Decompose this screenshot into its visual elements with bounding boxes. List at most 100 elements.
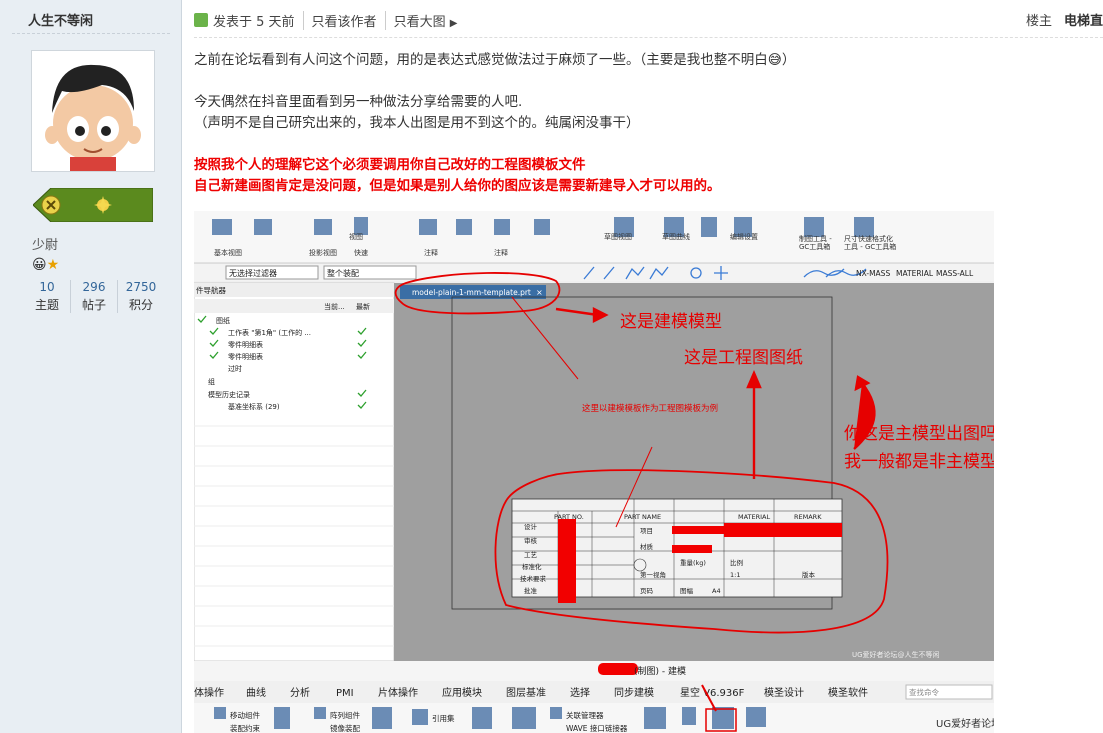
tree-item[interactable]: 过时 <box>228 364 242 373</box>
paragraph-text: 之前在论坛看到有人问这个问题，用的是表达式感觉做法过于麻烦了一些。（主要是我也整… <box>194 52 768 68</box>
paragraph: 之前在论坛看到有人问这个问题，用的是表达式感觉做法过于麻烦了一些。（主要是我也整… <box>194 50 1094 71</box>
menu-tab[interactable]: PMI <box>336 688 354 699</box>
divider <box>12 33 170 34</box>
redaction <box>724 523 842 537</box>
tb-tech: 技术要求 <box>520 574 547 583</box>
part-navigator-title: 件导航器 <box>196 285 226 295</box>
tool-button[interactable]: 关联管理器 <box>566 710 604 720</box>
menu-tab[interactable]: 选择 <box>570 686 590 699</box>
big-image-link[interactable]: 只看大图 ▶ <box>384 10 466 30</box>
tb-standard: 标准化 <box>522 562 542 571</box>
svg-text:工具 - GC工具箱: 工具 - GC工具箱 <box>844 242 896 251</box>
stat-value[interactable]: 296 <box>71 280 117 294</box>
menu-tab[interactable]: 图层基准 <box>506 686 546 699</box>
annotation-modeling: 这是建模模型 <box>620 312 722 332</box>
window-title: (制图) - 建模 <box>634 665 686 677</box>
drawing-tab[interactable]: model-plain-1-mm-template.prt <box>412 288 531 297</box>
author-only-link[interactable]: 只看该作者 <box>302 10 385 30</box>
tool-button[interactable]: 引用集 <box>432 713 455 723</box>
big-image-label[interactable]: 只看大图 <box>394 15 446 30</box>
nav-column[interactable]: 当前... <box>324 302 345 311</box>
tb-pages: 页码 <box>640 587 654 595</box>
tb-version: 版本 <box>802 570 816 579</box>
redaction <box>672 545 712 553</box>
svg-text:快速: 快速 <box>354 248 368 257</box>
tool-button[interactable]: 移动组件 <box>230 710 260 720</box>
svg-text:视图: 视图 <box>349 232 363 241</box>
star-icon: ★ <box>46 257 60 273</box>
tree-item[interactable]: 组 <box>208 377 215 386</box>
tree-item[interactable]: 零件明细表 <box>228 352 263 361</box>
user-sidebar: 人生不等闲 少尉 😀★ 10 主题 296 帖子 2750 积分 <box>0 0 182 733</box>
floor-label: 楼主 <box>1025 14 1052 29</box>
tb-process: 工艺 <box>524 551 538 559</box>
tree-item[interactable]: 工作表 "第1角" (工作的 ... <box>228 328 311 337</box>
highlight-text: 自己新建画图肯定是没问题，但是如果是别人给你的图应该是需要新建导入才可以用的。 <box>194 178 721 194</box>
paragraph-text: ） <box>781 52 796 68</box>
svg-text:投影视图: 投影视图 <box>309 248 337 257</box>
user-rank: 少尉 <box>32 238 59 253</box>
stat-posts[interactable]: 296 帖子 <box>70 280 117 313</box>
elevator-link[interactable]: 电梯直 <box>1064 10 1103 29</box>
tool-button[interactable]: 阵列组件 <box>330 710 360 720</box>
smile-icon: 😀 <box>32 257 47 273</box>
menu-tab[interactable]: 片体操作 <box>378 686 418 699</box>
stat-value[interactable]: 2750 <box>118 280 164 294</box>
menu-tab[interactable]: 曲线 <box>246 686 266 699</box>
stat-label: 主题 <box>34 298 59 312</box>
menu-tab[interactable]: 分析 <box>290 686 310 699</box>
tb-material: 材质 <box>640 542 654 551</box>
svg-text:注释: 注释 <box>424 248 438 257</box>
menu-tab[interactable]: 模圣设计 <box>764 686 804 699</box>
forum-watermark: UG爱好者论坛@gonghb <box>936 717 994 730</box>
selection-filter[interactable]: 无选择过滤器 <box>229 268 277 278</box>
menu-tab[interactable]: 星空 V6.936F <box>680 686 745 699</box>
menu-tab[interactable]: 应用模块 <box>442 686 482 699</box>
redaction <box>598 663 638 675</box>
nav-column[interactable]: 最新 <box>356 302 370 311</box>
tree-item[interactable]: 基准坐标系 (29) <box>228 402 280 411</box>
assembly-scope[interactable]: 整个装配 <box>327 268 359 278</box>
annotation-drawing: 这是工程图图纸 <box>684 348 803 368</box>
tb-remark: REMARK <box>794 513 822 521</box>
close-tab-icon[interactable]: × <box>536 288 543 297</box>
tb-size: A4 <box>712 587 721 595</box>
svg-text:制图工具 -: 制图工具 - <box>799 234 832 243</box>
stat-topics[interactable]: 10 主题 <box>24 280 70 313</box>
redaction <box>558 519 576 603</box>
post-image-nx-screenshot[interactable]: 基本视图 投影视图 视图 快速 注释 注释 草图视图 草图曲线 编辑设置 制图工具 - GC工… <box>194 211 994 733</box>
tb-scale: 比例 <box>730 558 743 567</box>
tb-check: 审核 <box>524 536 538 545</box>
user-stats: 10 主题 296 帖子 2750 积分 <box>24 280 164 313</box>
triangle-right-icon: ▶ <box>449 17 458 29</box>
svg-text:GC工具箱: GC工具箱 <box>799 242 830 251</box>
tb-size-label: 图幅 <box>680 586 694 595</box>
menu-tab[interactable]: 同步建模 <box>614 686 654 699</box>
tool-button[interactable]: 镜像装配 <box>330 723 360 733</box>
tree-item[interactable]: 图纸 <box>216 316 230 325</box>
stat-label: 帖子 <box>81 298 106 312</box>
annotation-question: 我一般都是非主模型出图 <box>844 452 994 472</box>
tool-button[interactable]: WAVE 接口链接器 <box>566 723 628 733</box>
tree-item[interactable]: 零件明细表 <box>228 340 263 349</box>
highlight-text: 按照我个人的理解它这个必须要调用你自己改好的工程图模板文件 <box>194 157 586 173</box>
paragraph: 今天偶然在抖音里面看到另一种做法分享给需要的人吧. <box>194 94 523 110</box>
tree-item[interactable]: 模型历史记录 <box>208 390 250 399</box>
stat-value[interactable]: 10 <box>24 280 70 294</box>
avatar[interactable] <box>31 50 155 172</box>
tb-material-en: MATERIAL <box>738 513 771 521</box>
post-meta-bar: 发表于 5 天前 只看该作者 只看大图 ▶ <box>194 10 465 30</box>
search-placeholder[interactable]: 查找命令 <box>909 687 939 697</box>
tool-button[interactable]: 装配约束 <box>230 723 260 733</box>
rank-badge <box>32 187 154 223</box>
menu-tab[interactable]: 模圣软件 <box>828 686 868 699</box>
svg-text:尺寸快速格式化: 尺寸快速格式化 <box>844 234 893 243</box>
svg-text:草图曲线: 草图曲线 <box>662 232 690 241</box>
online-icon <box>194 13 208 27</box>
material-label: MATERIAL <box>896 269 934 278</box>
menu-tab[interactable]: 体操作 <box>194 686 224 699</box>
username[interactable]: 人生不等闲 <box>28 10 93 29</box>
annotation-question: 你这是主模型出图吗？ <box>844 424 994 444</box>
tb-design: 设计 <box>524 522 538 531</box>
stat-credits[interactable]: 2750 积分 <box>117 280 164 313</box>
